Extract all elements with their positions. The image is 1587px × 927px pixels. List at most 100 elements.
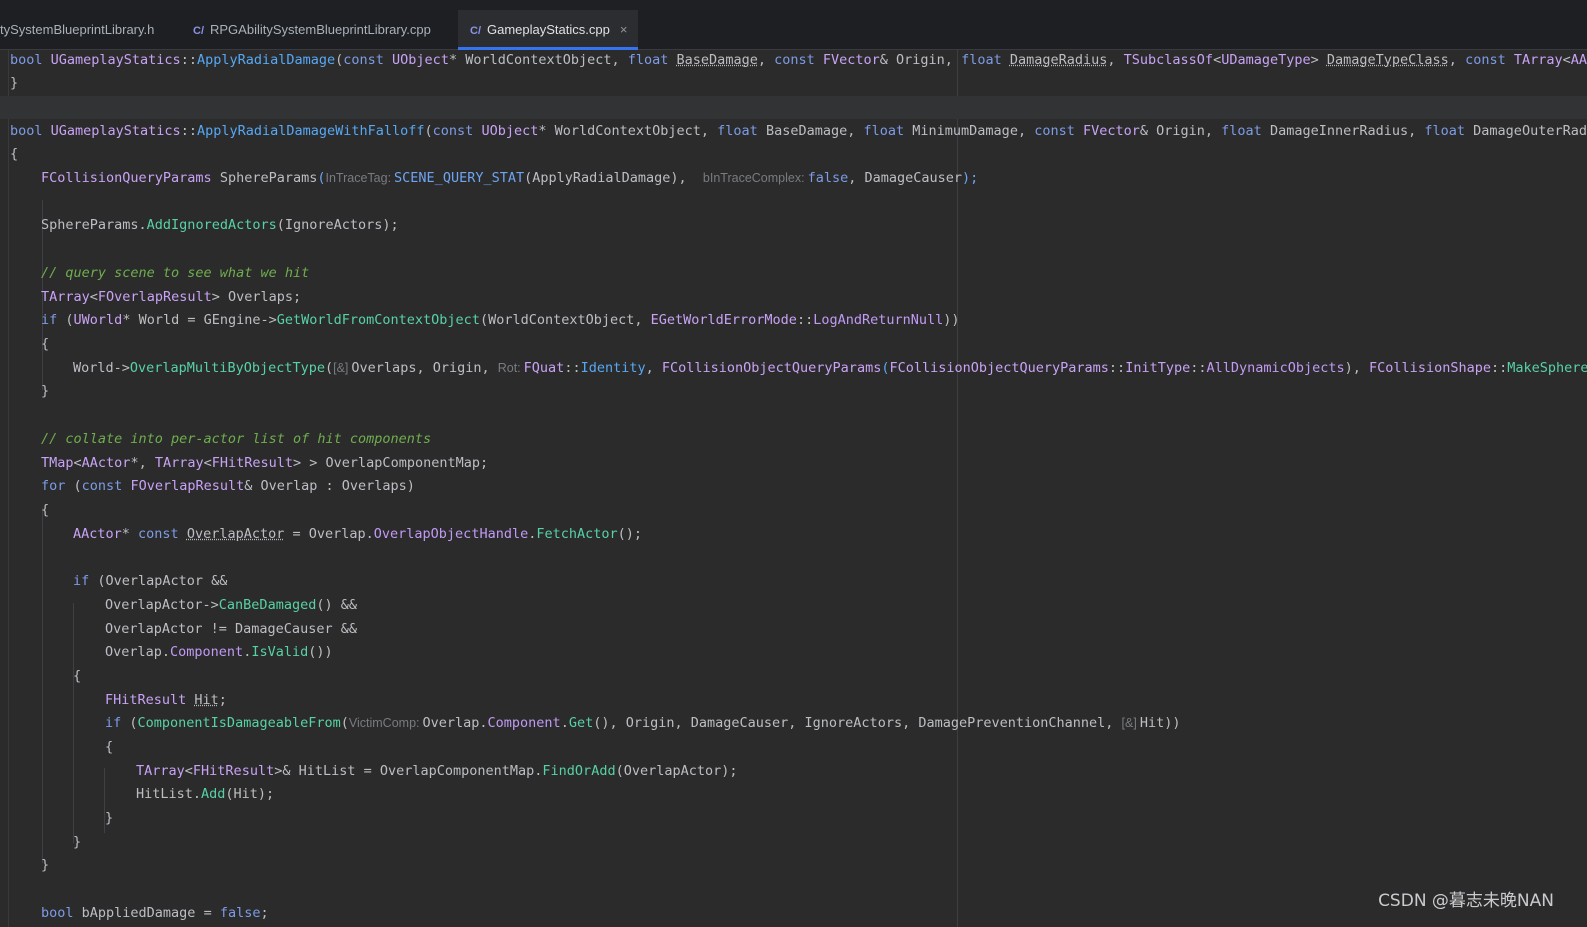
tab-blueprint-library-h[interactable]: tySystemBlueprintLibrary.h <box>0 10 165 50</box>
token: < <box>184 763 193 779</box>
token: (IgnoreActors); <box>276 217 399 233</box>
token: for <box>41 478 74 494</box>
token: OverlapActor != DamageCauser && <box>105 621 357 637</box>
code-line: OverlapActor != DamageCauser && <box>105 618 357 641</box>
token: FindOrAdd <box>542 763 616 779</box>
token: World-> <box>73 360 130 376</box>
token: FOverlapResult <box>97 289 212 305</box>
token: :: <box>1190 360 1207 376</box>
token: // collate into per-actor list of hit co… <box>41 431 432 447</box>
parameter-hint: [&] <box>333 361 349 375</box>
token: AActor <box>81 455 131 471</box>
token: :: <box>564 360 581 376</box>
token: FetchActor <box>536 526 618 542</box>
token: UDamageType <box>1221 52 1311 68</box>
token: )) <box>943 312 960 328</box>
editor-tab-bar: tySystemBlueprintLibrary.h C/RPGAbilityS… <box>0 10 1587 50</box>
token: GetWorldFromContextObject <box>276 312 480 328</box>
token: > <box>1310 52 1327 68</box>
token: { <box>10 146 19 162</box>
token: FCollisionQueryParams <box>41 170 220 186</box>
token: AActor <box>73 526 122 542</box>
token: float <box>717 123 766 139</box>
token: float <box>1221 123 1270 139</box>
token: DamageTypeClass <box>1326 52 1449 68</box>
token: Identity <box>580 360 646 376</box>
token: = <box>195 905 220 921</box>
code-line: TArray<FOverlapResult> Overlaps; <box>41 286 301 309</box>
token: const <box>1034 123 1083 139</box>
token: AllDynamicObjects <box>1206 360 1345 376</box>
token: MakeSphere <box>1507 360 1587 376</box>
close-tab-icon[interactable]: × <box>620 22 628 37</box>
code-line: if (OverlapActor && <box>73 570 227 593</box>
token: FHitResult <box>211 455 294 471</box>
parameter-hint: bInTraceComplex: <box>702 171 805 185</box>
token: InitType <box>1125 360 1191 376</box>
parameter-hint: VictimComp: <box>348 716 420 730</box>
token: DamageOuterRadius <box>1473 123 1587 139</box>
token: :: <box>180 52 197 68</box>
token: float <box>1424 123 1474 139</box>
code-line: { <box>41 333 49 356</box>
code-line: OverlapActor->CanBeDamaged() && <box>105 594 357 617</box>
token: DamageInnerRadius, <box>1269 123 1425 139</box>
token: FOverlapResult <box>130 478 245 494</box>
token: , <box>757 52 775 68</box>
token: ); <box>962 170 979 186</box>
token: * <box>121 526 139 542</box>
token: } <box>105 810 114 826</box>
token: , DamageCauser <box>848 170 963 186</box>
token: SphereParams. <box>41 217 147 233</box>
code-line: Overlap.Component.IsValid()) <box>105 641 333 664</box>
token: Get <box>568 715 594 731</box>
tab-label: GameplayStatics.cpp <box>487 22 610 37</box>
token: const <box>1465 52 1514 68</box>
code-line: bool bAppliedDamage = false; <box>41 902 269 925</box>
code-editor[interactable]: bool UGameplayStatics::ApplyRadialDamage… <box>0 50 1587 927</box>
token: < <box>73 455 82 471</box>
token: & Origin, <box>879 52 962 68</box>
code-line: for (const FOverlapResult& Overlap : Ove… <box>41 475 415 498</box>
indent-guide <box>42 508 43 863</box>
token: (ApplyRadialDamage), <box>524 170 703 186</box>
token: { <box>41 336 50 352</box>
token: Add <box>201 786 226 802</box>
code-line: bool UGameplayStatics::ApplyRadialDamage… <box>10 50 1587 72</box>
token: TSubclassOf <box>1123 52 1214 68</box>
token: ), <box>1344 360 1370 376</box>
token: EGetWorldErrorMode <box>650 312 797 328</box>
token: * WorldContextObject, <box>448 52 628 68</box>
token: ; <box>260 905 269 921</box>
token: { <box>41 502 50 518</box>
token: } <box>41 383 50 399</box>
token: { <box>73 668 82 684</box>
token: :: <box>1490 360 1508 376</box>
token: // query scene to see what we hit <box>41 265 310 281</box>
token: } <box>73 834 82 850</box>
token: bool <box>10 52 51 68</box>
token: ApplyRadialDamage <box>196 52 336 68</box>
token: (OverlapActor); <box>615 763 738 779</box>
token: } <box>10 75 19 91</box>
tab-rpg-ability-library-cpp[interactable]: C/RPGAbilitySystemBlueprintLibrary.cpp <box>193 10 443 50</box>
code-line: { <box>10 143 18 166</box>
code-comment: // collate into per-actor list of hit co… <box>41 428 431 451</box>
token: ComponentIsDamageableFrom <box>137 715 341 731</box>
token: Hit)) <box>1139 715 1181 731</box>
token: Overlap. <box>105 644 171 660</box>
token: HitList. <box>136 786 202 802</box>
token: const <box>343 52 393 68</box>
token: < <box>1562 52 1571 68</box>
tab-gameplaystatics-cpp[interactable]: C/GameplayStatics.cpp × <box>458 10 638 50</box>
token: FCollisionObjectQueryParams <box>889 360 1109 376</box>
code-line: } <box>41 854 49 877</box>
token: BaseDamage, <box>765 123 864 139</box>
token: Component <box>487 715 561 731</box>
token: Overlap. <box>422 715 488 731</box>
token: if <box>41 312 66 328</box>
code-line: } <box>10 72 18 95</box>
current-line-highlight <box>0 96 1587 119</box>
token: FCollisionObjectQueryParams <box>661 360 882 376</box>
indent-guide <box>73 603 74 843</box>
